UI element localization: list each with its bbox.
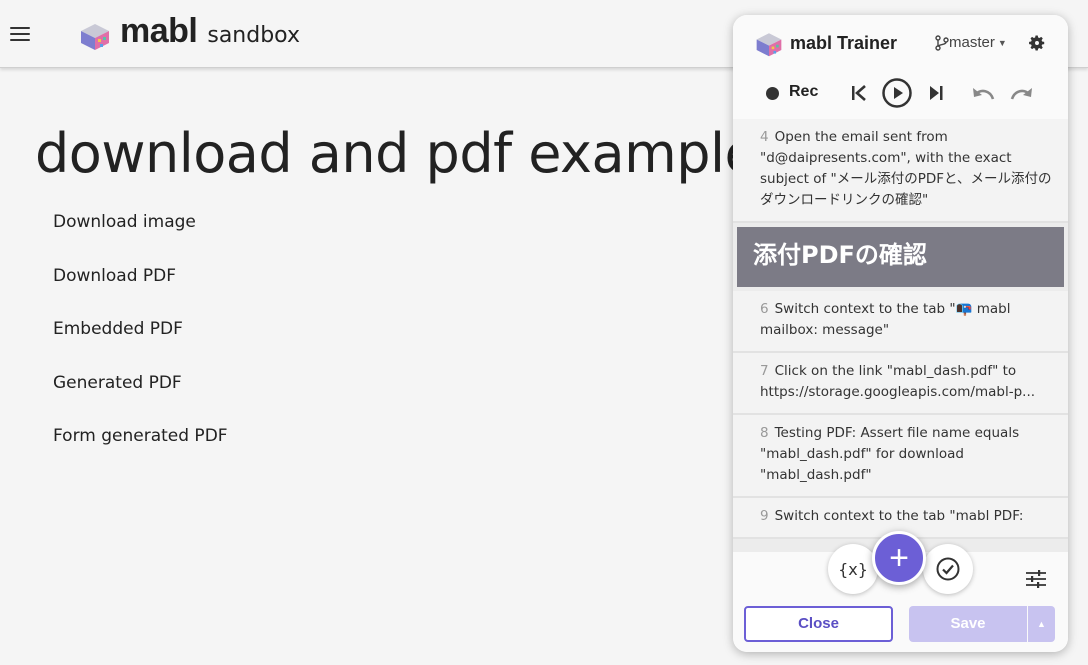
step-text: Open the email sent from "d@daipresents.… <box>760 129 1052 208</box>
close-button[interactable]: Close <box>744 606 893 642</box>
step-number: 7 <box>760 363 769 379</box>
link-download-image[interactable]: Download image <box>53 210 228 264</box>
trainer-title: mabl Trainer <box>790 33 898 53</box>
link-download-pdf[interactable]: Download PDF <box>53 264 228 318</box>
step-item[interactable]: 6 Switch context to the tab "📭 mabl mailb… <box>733 291 1068 353</box>
link-generated-pdf[interactable]: Generated PDF <box>53 371 228 425</box>
check-circle-icon <box>936 557 960 581</box>
step-item[interactable]: 8 Testing PDF: Assert file name equals "m… <box>733 415 1068 498</box>
step-number: 4 <box>760 129 769 145</box>
assertion-button[interactable] <box>923 544 973 594</box>
mabl-logo-icon <box>756 33 782 57</box>
step-number: 9 <box>760 508 769 524</box>
undo-icon[interactable] <box>971 84 997 102</box>
git-branch-icon <box>935 34 949 51</box>
record-button[interactable]: Rec <box>789 83 818 101</box>
link-form-generated-pdf[interactable]: Form generated PDF <box>53 424 228 478</box>
variables-button[interactable]: {x} <box>828 544 878 594</box>
record-dot-icon[interactable] <box>766 87 779 100</box>
sliders-icon[interactable] <box>1025 568 1047 590</box>
brand[interactable]: mabl sandbox <box>78 12 300 52</box>
trainer-header: mabl Trainer master ▼ Rec <box>733 15 1068 119</box>
step-item[interactable]: 7 Click on the link "mabl_dash.pdf" to ht… <box>733 353 1068 415</box>
steps-list[interactable]: 4 Open the email sent from "d@daipresents… <box>733 119 1068 552</box>
gear-icon[interactable] <box>1028 34 1046 52</box>
step-number: 6 <box>760 301 769 317</box>
step-item[interactable]: 4 Open the email sent from "d@daipresents… <box>733 119 1068 223</box>
playback-controls: Rec <box>733 75 1068 111</box>
link-embedded-pdf[interactable]: Embedded PDF <box>53 317 228 371</box>
step-text: Switch context to the tab "📭 mabl mailbo… <box>760 301 1011 338</box>
save-button[interactable]: Save <box>909 606 1027 642</box>
trainer-footer: {x} + Close Save ▲ <box>733 531 1068 652</box>
example-links: Download image Download PDF Embedded PDF… <box>53 210 228 478</box>
menu-icon[interactable] <box>10 27 30 41</box>
play-icon[interactable] <box>881 77 913 109</box>
brand-name: mabl <box>120 12 198 50</box>
add-step-button[interactable]: + <box>872 531 926 585</box>
trainer-panel: mabl Trainer master ▼ Rec 4 Open the ema… <box>733 15 1068 652</box>
branch-selector[interactable]: master ▼ <box>935 34 1007 51</box>
mabl-logo-icon <box>81 24 109 50</box>
chevron-down-icon: ▼ <box>997 37 1007 48</box>
redo-icon[interactable] <box>1008 84 1034 102</box>
step-forward-icon[interactable] <box>927 83 945 103</box>
step-number: 8 <box>760 425 769 441</box>
step-text: Switch context to the tab "mabl PDF: <box>774 508 1024 524</box>
step-text: Click on the link "mabl_dash.pdf" to htt… <box>760 363 1036 400</box>
page-title: download and pdf examples <box>35 122 785 185</box>
skip-back-icon[interactable] <box>850 83 868 103</box>
save-options-chevron-icon[interactable]: ▲ <box>1028 606 1055 642</box>
brand-subtitle: sandbox <box>207 22 300 48</box>
step-text: Testing PDF: Assert file name equals "ma… <box>760 425 1020 483</box>
branch-name: master <box>949 34 995 51</box>
step-section-header[interactable]: 添付PDFの確認 <box>737 227 1064 287</box>
